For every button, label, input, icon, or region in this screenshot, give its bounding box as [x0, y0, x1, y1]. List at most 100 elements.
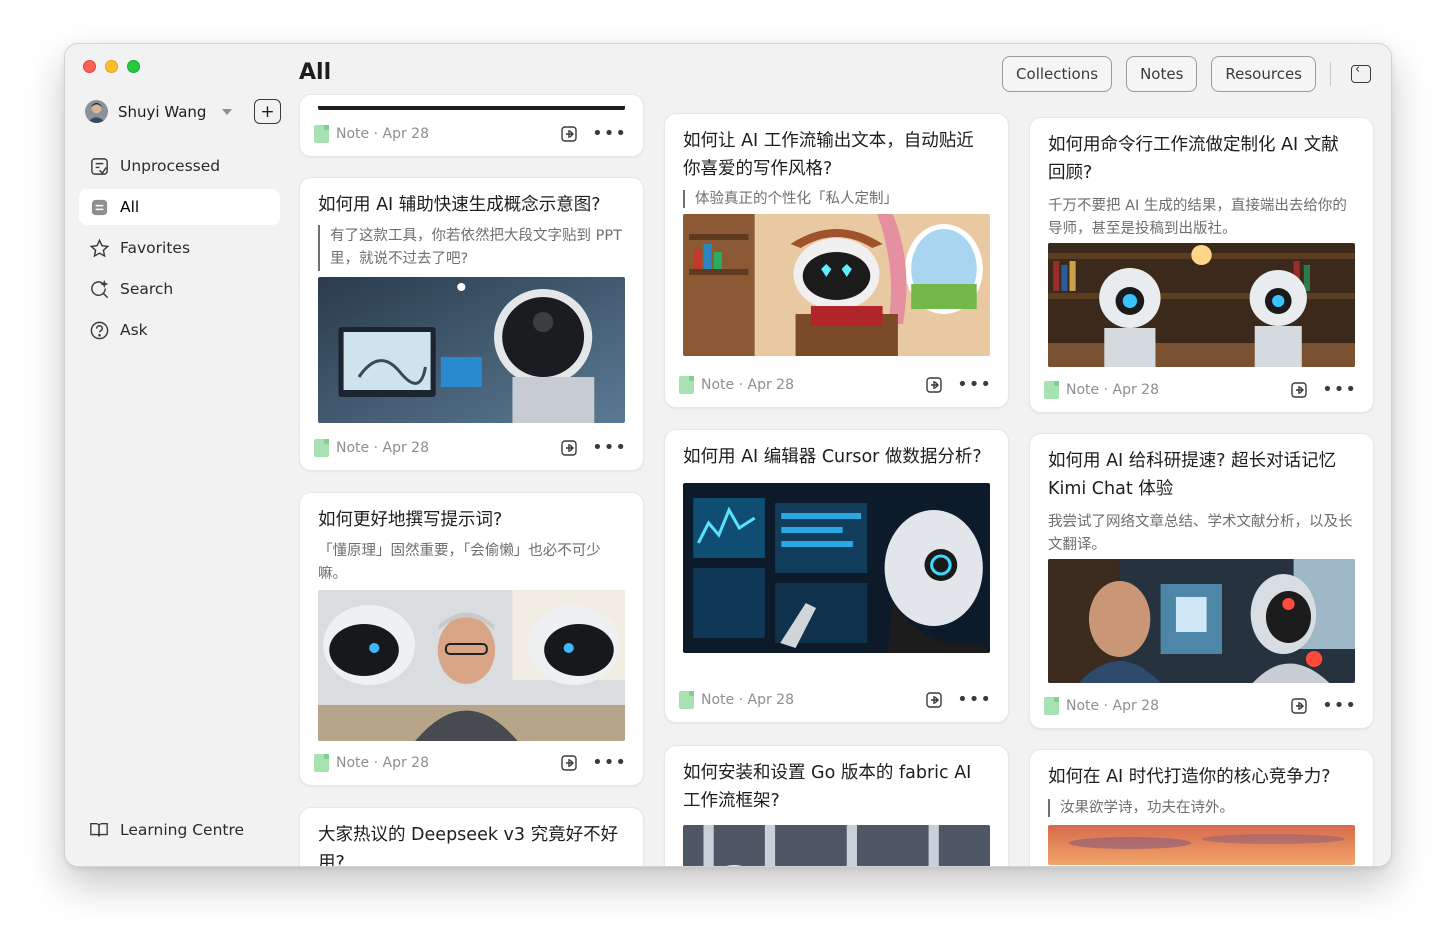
- search-icon: [91, 279, 109, 298]
- card-meta: Note · Apr 28: [701, 692, 794, 708]
- sidebar-item-all[interactable]: All: [79, 189, 280, 225]
- all-notes-icon: [91, 199, 108, 215]
- open-note-icon[interactable]: [560, 125, 578, 143]
- top-actions: Collections Notes Resources: [988, 56, 1371, 92]
- card-title: 如何用 AI 给科研提速? 超长对话记忆 Kimi Chat 体验: [1048, 451, 1337, 499]
- open-note-icon[interactable]: [560, 754, 578, 772]
- card-footer: Note · Apr 28 •••: [1030, 368, 1373, 412]
- sidebar-item-unprocessed[interactable]: Unprocessed: [79, 148, 280, 184]
- page-title: All: [299, 60, 332, 85]
- sidebar-item-label: Ask: [120, 321, 148, 339]
- note-doc-icon: [1044, 697, 1059, 715]
- card-description: 体验真正的个性化「私人定制」: [683, 190, 990, 208]
- card-title: 如何用 AI 编辑器 Cursor 做数据分析?: [683, 447, 982, 467]
- note-card[interactable]: 如何让 AI 工作流输出文本，自动贴近你喜爱的写作风格? 体验真正的个性化「私人…: [664, 113, 1009, 408]
- open-note-icon[interactable]: [560, 439, 578, 457]
- card-description: 「懂原理」固然重要，「会偷懒」也必不可少嘛。: [318, 543, 601, 582]
- tab-collections[interactable]: Collections: [1002, 56, 1113, 92]
- note-doc-icon: [314, 439, 329, 457]
- card-meta: Note · Apr 28: [1066, 382, 1159, 398]
- avatar: [85, 100, 108, 123]
- more-options-icon[interactable]: •••: [592, 439, 627, 457]
- card-description: 有了这款工具，你若依然把大段文字贴到 PPT 里，就说不过去了吧?: [318, 225, 625, 271]
- sidebar-item-label: Search: [120, 280, 174, 298]
- card-title: 如何在 AI 时代打造你的核心竞争力?: [1048, 767, 1331, 787]
- card-description: 汝果欲学诗，功夫在诗外。: [1048, 799, 1355, 817]
- card-title: 如何更好地撰写提示词?: [318, 510, 503, 530]
- more-options-icon[interactable]: •••: [592, 125, 627, 143]
- user-switcher[interactable]: Shuyi Wang +: [85, 99, 281, 124]
- more-options-icon[interactable]: •••: [957, 376, 992, 394]
- note-card[interactable]: 如何安装和设置 Go 版本的 fabric AI 工作流框架?: [664, 745, 1009, 866]
- more-options-icon[interactable]: •••: [592, 754, 627, 772]
- open-note-icon[interactable]: [1290, 697, 1308, 715]
- card-footer: Note · Apr 28 •••: [665, 363, 1008, 407]
- card-image: [1048, 825, 1355, 865]
- card-image: [318, 277, 625, 423]
- star-icon: [89, 238, 110, 257]
- card-title: 如何让 AI 工作流输出文本，自动贴近你喜爱的写作风格?: [683, 131, 974, 179]
- card-footer: Note · Apr 28 •••: [1030, 684, 1373, 728]
- card-image: [318, 590, 625, 741]
- note-card[interactable]: 大家热议的 Deepseek v3 究竟好不好用?: [299, 807, 644, 867]
- note-card[interactable]: Note · Apr 28 •••: [299, 94, 644, 157]
- inbox-icon: [91, 157, 108, 175]
- sidebar-item-label: Unprocessed: [120, 157, 221, 175]
- sidebar: Shuyi Wang + Unprocessed All Favorites S…: [65, 44, 289, 866]
- note-card[interactable]: 如何在 AI 时代打造你的核心竞争力? 汝果欲学诗，功夫在诗外。: [1029, 749, 1374, 866]
- app-window: Shuyi Wang + Unprocessed All Favorites S…: [64, 43, 1392, 867]
- sidebar-item-label: All: [120, 198, 140, 216]
- toolbar-divider: [1330, 62, 1331, 86]
- card-title: 如何安装和设置 Go 版本的 fabric AI 工作流框架?: [683, 763, 972, 811]
- open-note-icon[interactable]: [925, 691, 943, 709]
- user-name: Shuyi Wang: [118, 102, 207, 121]
- note-card[interactable]: 如何用 AI 辅助快速生成概念示意图? 有了这款工具，你若依然把大段文字贴到 P…: [299, 177, 644, 471]
- learning-centre-link[interactable]: Learning Centre: [89, 820, 244, 840]
- sidebar-item-label: Favorites: [120, 239, 191, 257]
- card-footer: Note · Apr 28 •••: [300, 426, 643, 470]
- tab-notes[interactable]: Notes: [1126, 56, 1198, 92]
- more-options-icon[interactable]: •••: [957, 691, 992, 709]
- note-doc-icon: [1044, 381, 1059, 399]
- sidebar-nav: Unprocessed All Favorites Search Ask: [79, 148, 280, 353]
- note-doc-icon: [314, 125, 329, 143]
- card-description: 千万不要把 AI 生成的结果，直接端出去给你的导师，甚至是投稿到出版社。: [1048, 198, 1347, 237]
- learning-centre-label: Learning Centre: [120, 821, 245, 839]
- card-title: 大家热议的 Deepseek v3 究竟好不好用?: [318, 825, 619, 867]
- card-footer: Note · Apr 28 •••: [300, 112, 643, 156]
- card-meta: Note · Apr 28: [336, 126, 429, 142]
- note-doc-icon: [679, 691, 694, 709]
- chevron-down-icon[interactable]: [222, 108, 233, 115]
- card-meta: Note · Apr 28: [336, 440, 429, 456]
- more-options-icon[interactable]: •••: [1322, 381, 1357, 399]
- add-button[interactable]: +: [254, 99, 281, 124]
- card-image: [1048, 559, 1355, 683]
- card-image: [683, 483, 990, 653]
- sidebar-item-favorites[interactable]: Favorites: [79, 230, 280, 266]
- card-image: [318, 95, 625, 110]
- note-doc-icon: [314, 754, 329, 772]
- plus-icon: +: [260, 101, 275, 122]
- card-meta: Note · Apr 28: [1066, 698, 1159, 714]
- toggle-panel-icon[interactable]: [1351, 62, 1371, 83]
- book-icon: [90, 822, 108, 837]
- open-note-icon[interactable]: [925, 376, 943, 394]
- sidebar-item-search[interactable]: Search: [79, 271, 280, 307]
- open-note-icon[interactable]: [1290, 381, 1308, 399]
- more-options-icon[interactable]: •••: [1322, 697, 1357, 715]
- card-footer: Note · Apr 28 •••: [300, 741, 643, 785]
- card-meta: Note · Apr 28: [336, 755, 429, 771]
- card-title: 如何用 AI 辅助快速生成概念示意图?: [318, 195, 601, 215]
- ask-icon: [90, 321, 109, 339]
- card-meta: Note · Apr 28: [701, 377, 794, 393]
- card-description: 我尝试了网络文章总结、学术文献分析，以及长文翻译。: [1048, 514, 1353, 553]
- note-card[interactable]: 如何用命令行工作流做定制化 AI 文献回顾? 千万不要把 AI 生成的结果，直接…: [1029, 117, 1374, 413]
- card-image: [683, 825, 990, 866]
- note-card[interactable]: 如何用 AI 给科研提速? 超长对话记忆 Kimi Chat 体验 我尝试了网络…: [1029, 433, 1374, 729]
- note-card[interactable]: 如何用 AI 编辑器 Cursor 做数据分析? Note · Apr 28 •…: [664, 429, 1009, 723]
- sidebar-item-ask[interactable]: Ask: [79, 312, 280, 348]
- note-card[interactable]: 如何更好地撰写提示词? 「懂原理」固然重要，「会偷懒」也必不可少嘛。 Note …: [299, 492, 644, 786]
- card-footer: Note · Apr 28 •••: [665, 678, 1008, 722]
- tab-resources[interactable]: Resources: [1211, 56, 1316, 92]
- card-image: [1048, 243, 1355, 367]
